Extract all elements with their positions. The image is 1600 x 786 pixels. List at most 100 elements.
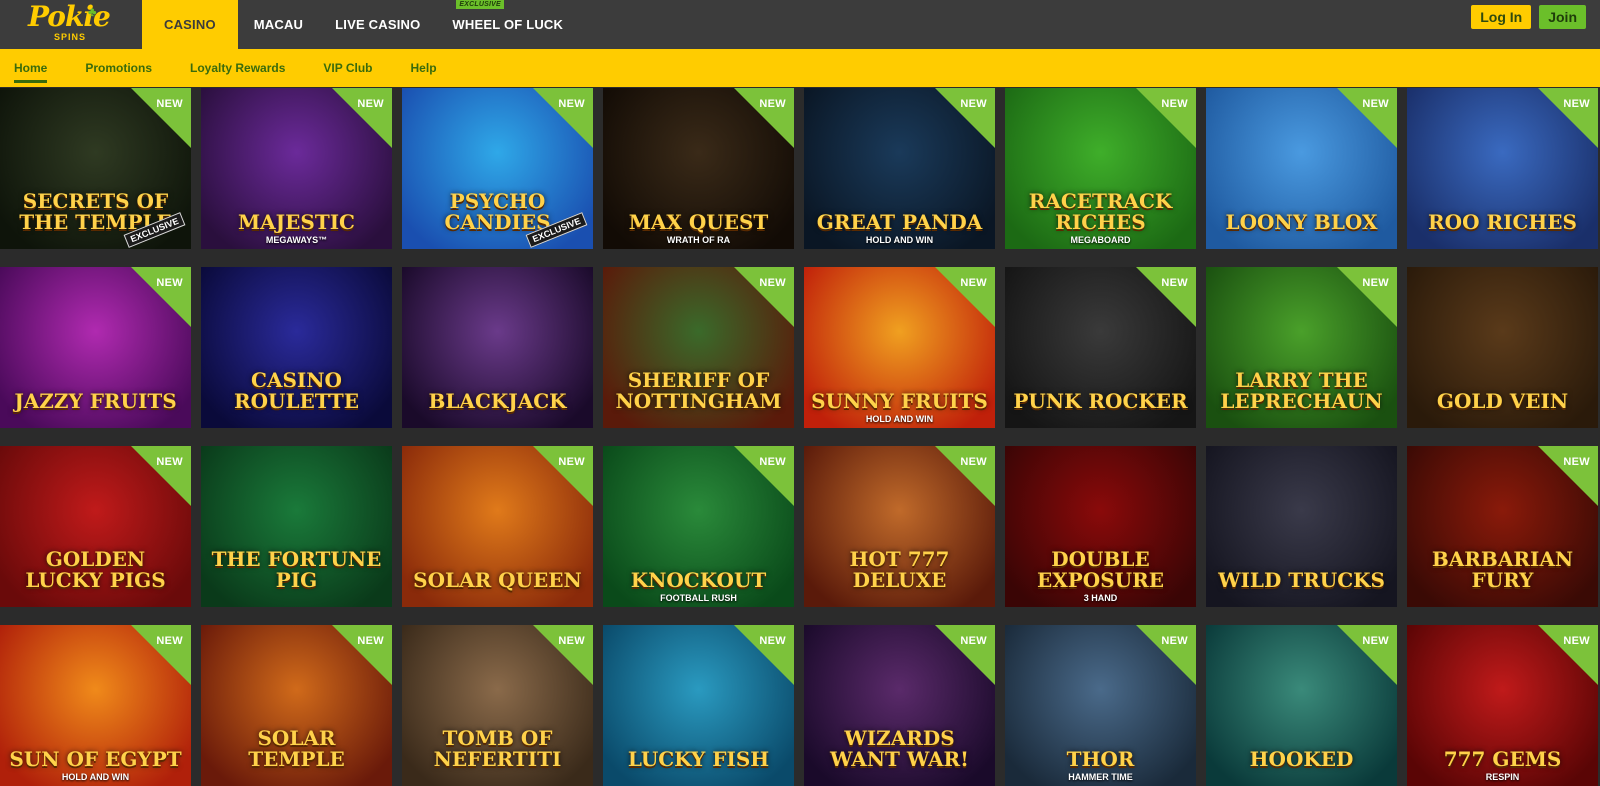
new-corner-ribbon [131,446,191,506]
game-tile-tomb-of-nefertiti[interactable]: Tomb Of Nefertiti NEW [402,625,593,786]
game-subtitle: HOLD AND WIN [61,772,130,782]
new-badge: NEW [759,277,786,289]
game-tile-777-gems[interactable]: 777 GEMS RESPIN NEW [1407,625,1598,786]
tab-label: MACAU [253,17,304,32]
game-title: SOLAR TEMPLE [248,726,345,771]
game-title: BLACKJACK [428,389,567,413]
login-button[interactable]: Log In [1471,5,1532,29]
top-bar: Pokie ♣ SPINS CASINO MACAU LIVE CASINO EXCL… [0,0,1600,49]
new-corner-ribbon [734,446,794,506]
new-corner-ribbon [1337,625,1397,685]
new-badge: NEW [1563,456,1590,468]
game-tile-lucky-fish[interactable]: Lucky Fish NEW [603,625,794,786]
game-tile-hot-777-deluxe[interactable]: HOT 777 DELUXE NEW [804,446,995,607]
new-badge: NEW [1563,635,1590,647]
game-title: GOLD VEIN [1436,389,1569,413]
game-tile-majestic[interactable]: MAJESTIC MEGAWAYS™ NEW [201,88,392,249]
game-tile-gold-vein[interactable]: GOLD VEIN [1407,267,1598,428]
game-tile-solar-temple[interactable]: SOLAR TEMPLE NEW [201,625,392,786]
new-badge: NEW [759,98,786,110]
game-title: ROO RICHES [1428,210,1577,234]
game-title: KNOCKOUT [630,568,767,592]
new-corner-ribbon [1136,267,1196,327]
game-title: SOLAR QUEEN [413,568,582,592]
sub-nav: Home Promotions Loyalty Rewards VIP Club Hel… [0,49,1600,87]
new-badge: NEW [558,456,585,468]
game-title: LOONY BLOX [1225,210,1378,234]
new-badge: NEW [960,98,987,110]
game-tile-max-quest[interactable]: MAX QUEST WRATH OF RA NEW [603,88,794,249]
pokie-spins-logo[interactable]: Pokie ♣ SPINS [24,0,114,46]
game-title: HOOKED [1249,747,1354,771]
new-corner-ribbon [533,625,593,685]
game-subtitle: RESPIN [1485,772,1520,782]
game-subtitle: WRATH OF RA [666,235,731,245]
game-tile-solar-queen[interactable]: SOLAR QUEEN NEW [402,446,593,607]
tab-casino[interactable]: CASINO [142,0,238,49]
game-tile-the-fortune-pig[interactable]: The Fortune Pig [201,446,392,607]
game-title: GOLDEN LUCKY PIGS [25,547,166,592]
new-corner-ribbon [935,267,995,327]
game-tile-jazzy-fruits[interactable]: Jazzy Fruits NEW [0,267,191,428]
game-tile-blackjack[interactable]: BLACKJACK [402,267,593,428]
game-tile-double-exposure[interactable]: Double Exposure 3 HAND [1005,446,1196,607]
game-tile-racetrack-riches[interactable]: RACETRACK RICHES MEGABOARD NEW [1005,88,1196,249]
game-tile-golden-lucky-pigs[interactable]: GOLDEN LUCKY PIGS NEW [0,446,191,607]
tab-label: LIVE CASINO [335,17,421,32]
game-title: Jazzy Fruits [14,389,177,413]
new-corner-ribbon [1538,88,1598,148]
game-tile-hooked[interactable]: HOOKED NEW [1206,625,1397,786]
game-tile-psycho-candies[interactable]: Psycho CANDIES EXCLUSIVE NEW [402,88,593,249]
game-tile-barbarian-fury[interactable]: BARBARIAN FURY NEW [1407,446,1598,607]
subnav-promotions[interactable]: Promotions [85,49,152,87]
game-title: MAJESTIC [238,210,355,234]
game-tile-sun-of-egypt[interactable]: SUN OF EGYPT HOLD AND WIN NEW [0,625,191,786]
new-badge: NEW [558,98,585,110]
game-title: LARRY THE LEPRECHAUN [1220,368,1383,413]
clover-icon: ♣ [88,4,97,19]
new-badge: NEW [1161,277,1188,289]
subnav-help[interactable]: Help [411,49,437,87]
main-nav: CASINO MACAU LIVE CASINO EXCLUSIVE WHEEL OF … [142,0,579,49]
join-button[interactable]: Join [1539,5,1586,29]
new-badge: NEW [156,456,183,468]
new-corner-ribbon [1337,267,1397,327]
subnav-loyalty-rewards[interactable]: Loyalty Rewards [190,49,285,87]
game-tile-great-panda[interactable]: GREAT PANDA HOLD AND WIN NEW [804,88,995,249]
new-corner-ribbon [734,267,794,327]
game-tile-sunny-fruits[interactable]: Sunny Fruits HOLD AND WIN NEW [804,267,995,428]
new-badge: NEW [1362,635,1389,647]
game-tile-knockout[interactable]: KNOCKOUT FOOTBALL RUSH NEW [603,446,794,607]
game-tile-wild-trucks[interactable]: WILD TRUCKS [1206,446,1397,607]
game-tile-secrets-of-the-temple[interactable]: SECRETS OF THE TEMPLE EXCLUSIVE NEW [0,88,191,249]
game-tile-larry-the-leprechaun[interactable]: LARRY THE LEPRECHAUN NEW [1206,267,1397,428]
new-corner-ribbon [935,88,995,148]
game-tile-roo-riches[interactable]: ROO RICHES NEW [1407,88,1598,249]
tab-live-casino[interactable]: LIVE CASINO [319,0,436,49]
tab-macau[interactable]: MACAU [238,0,319,49]
game-subtitle: FOOTBALL RUSH [660,593,737,603]
tab-label: CASINO [164,17,216,32]
subnav-home[interactable]: Home [14,49,48,87]
game-subtitle: 3 HAND [1083,593,1118,603]
game-tile-wizards-want-war[interactable]: WIZARDS WANT WAR! NEW [804,625,995,786]
subnav-vip-club[interactable]: VIP Club [323,49,372,87]
game-tile-loony-blox[interactable]: LOONY BLOX NEW [1206,88,1397,249]
game-tile-thor[interactable]: THOR HAMMER TIME NEW [1005,625,1196,786]
game-tile-casino-roulette[interactable]: CASINO ROULETTE [201,267,392,428]
exclusive-badge: EXCLUSIVE [456,0,504,9]
new-badge: NEW [156,277,183,289]
new-badge: NEW [156,635,183,647]
game-title: GREAT PANDA [816,210,983,234]
tab-label: WHEEL OF LUCK [452,17,564,32]
game-tile-punk-rocker[interactable]: PUNK ROCKER NEW [1005,267,1196,428]
game-title: WIZARDS WANT WAR! [830,726,969,771]
tab-wheel-of-luck[interactable]: EXCLUSIVE WHEEL OF LUCK [436,0,579,49]
game-tile-sheriff-of-nottingham[interactable]: SHERIFF OF NOTTINGHAM NEW [603,267,794,428]
game-title: 777 GEMS [1443,747,1562,771]
game-title: WILD TRUCKS [1218,568,1385,592]
game-title: SHERIFF OF NOTTINGHAM [615,368,782,413]
game-title: MAX QUEST [628,210,769,234]
game-title: HOT 777 DELUXE [849,547,950,592]
game-title: THOR [1066,747,1135,771]
